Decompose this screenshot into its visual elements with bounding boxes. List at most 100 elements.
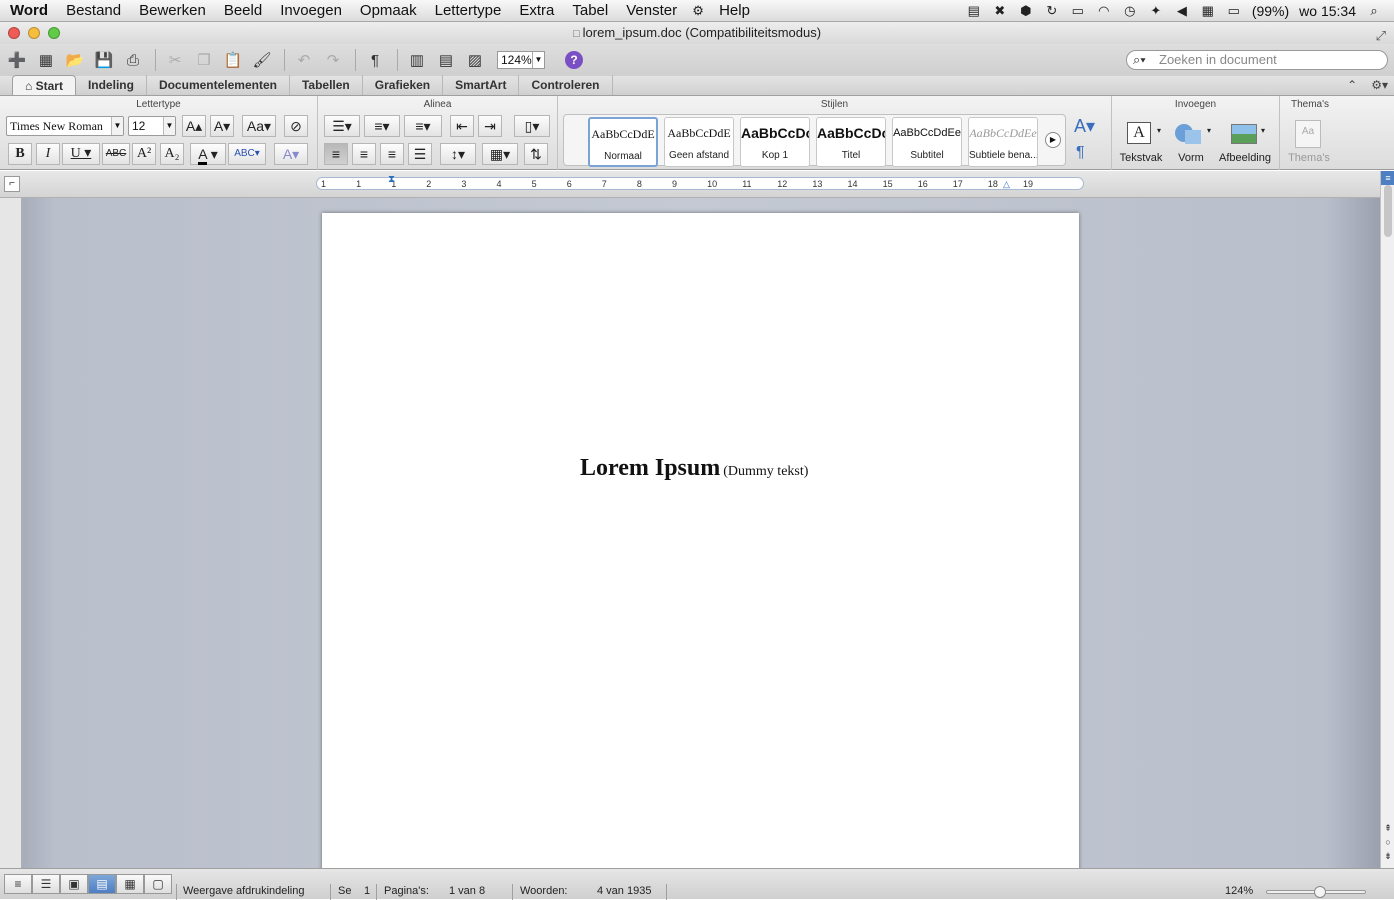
cut-icon[interactable]: ✂ (162, 48, 188, 72)
font-name-select[interactable]: Times New Roman ▼ (6, 116, 124, 136)
textbox-button[interactable]: A ▾ Tekstvak (1116, 118, 1166, 164)
display-icon[interactable]: ▭ (1070, 4, 1086, 18)
right-indent-marker-icon[interactable]: △ (1003, 179, 1010, 190)
paste-icon[interactable]: 📋 (220, 48, 246, 72)
menu-tabel[interactable]: Tabel (563, 0, 617, 22)
menu-invoegen[interactable]: Invoegen (271, 0, 351, 22)
numbering-button[interactable]: ≡▾ (364, 115, 400, 137)
bold-button[interactable]: B (8, 143, 32, 165)
superscript-button[interactable]: A² (132, 143, 156, 165)
menubar-x-icon[interactable]: ✖ (992, 4, 1008, 18)
focus-view-icon[interactable]: ▢ (144, 874, 172, 894)
notebook-view-icon[interactable]: ▦ (116, 874, 144, 894)
justify-button[interactable]: ☰ (408, 143, 432, 165)
menu-venster[interactable]: Venster (617, 0, 686, 22)
style-subtiele-benadrukking[interactable]: AaBbCcDdEe Subtiele bena... (968, 117, 1038, 167)
menu-beeld[interactable]: Beeld (215, 0, 271, 22)
tab-grafieken[interactable]: Grafieken (363, 75, 444, 95)
tab-tabellen[interactable]: Tabellen (290, 75, 363, 95)
styles-next-icon[interactable]: ▶ (1045, 132, 1061, 148)
wifi-icon[interactable]: ◠ (1096, 4, 1112, 18)
change-case-button[interactable]: Aa▾ (242, 115, 276, 137)
style-geen-afstand[interactable]: AaBbCcDdE Geen afstand (664, 117, 734, 167)
document-area[interactable]: Lorem Ipsum (Dummy tekst) (0, 198, 1380, 868)
draft-view-icon[interactable]: ≡ (4, 874, 32, 894)
styles-pane-icon[interactable]: ¶ (1076, 144, 1085, 162)
sync-icon[interactable]: ↻ (1044, 4, 1060, 18)
print-icon[interactable]: ⎙ (120, 48, 146, 72)
menu-extra[interactable]: Extra (510, 0, 563, 22)
search-input[interactable]: ⌕▾ Zoeken in document (1126, 50, 1388, 70)
text-effects-button[interactable]: A▾ (274, 143, 308, 165)
line-spacing-button[interactable]: ↕▾ (440, 143, 476, 165)
subscript-button[interactable]: A₂ (160, 143, 184, 165)
toolbox-icon[interactable]: ▨ (462, 48, 488, 72)
ribbon-settings-icon[interactable]: ⚙▾ (1371, 78, 1388, 92)
font-size-select[interactable]: 12 ▼ (128, 116, 176, 136)
zoom-slider-knob[interactable] (1314, 886, 1326, 898)
underline-button[interactable]: U ▾ (62, 143, 100, 165)
tab-selector-icon[interactable]: ⌐ (4, 176, 20, 192)
words-value[interactable]: 4 van 1935 (597, 885, 651, 898)
pages-value[interactable]: 1 van 8 (449, 885, 485, 898)
minimize-window-button[interactable] (28, 27, 40, 39)
open-icon[interactable]: 📂 (62, 48, 88, 72)
italic-button[interactable]: I (36, 143, 60, 165)
copy-icon[interactable]: ❐ (191, 48, 217, 72)
picture-button[interactable]: ▾ Afbeelding (1216, 118, 1274, 164)
vertical-scrollbar[interactable]: ≡ ⇞ ○ ⇟ (1380, 171, 1394, 868)
next-page-icon[interactable]: ⇟ (1381, 849, 1394, 863)
bullets-button[interactable]: ☰▾ (324, 115, 360, 137)
tab-documentelementen[interactable]: Documentelementen (147, 75, 290, 95)
menubar-status-icon[interactable]: ▤ (966, 4, 982, 18)
clear-formatting-button[interactable]: ⊘ (284, 115, 308, 137)
menu-opmaak[interactable]: Opmaak (351, 0, 426, 22)
volume-icon[interactable]: ◀ (1174, 4, 1190, 18)
battery-icon[interactable]: ▭ (1226, 4, 1242, 18)
menu-bestand[interactable]: Bestand (57, 0, 130, 22)
style-subtitel[interactable]: AaBbCcDdEe Subtitel (892, 117, 962, 167)
close-window-button[interactable] (8, 27, 20, 39)
shape-button[interactable]: ▾ Vorm (1168, 118, 1214, 164)
spotlight-icon[interactable]: ⌕ (1366, 4, 1382, 18)
battery-percent[interactable]: (99%) (1252, 3, 1289, 19)
new-document-icon[interactable]: ➕ (4, 48, 30, 72)
browse-object-icon[interactable]: ○ (1381, 835, 1394, 849)
pilcrow-icon[interactable]: ¶ (362, 48, 388, 72)
bluetooth-icon[interactable]: ✦ (1148, 4, 1164, 18)
zoom-select[interactable]: 124% ▼ (497, 51, 545, 69)
gallery-icon[interactable]: ▤ (433, 48, 459, 72)
multilevel-list-button[interactable]: ≡▾ (404, 115, 442, 137)
ruler-bar[interactable]: 1 1 1 2 3 4 5 6 7 8 9 10 11 12 13 14 15 16 17 18 19 ⧗ △ (316, 174, 1084, 190)
menu-bewerken[interactable]: Bewerken (130, 0, 215, 22)
save-icon[interactable]: 💾 (91, 48, 117, 72)
zoom-slider[interactable] (1266, 886, 1366, 898)
help-button[interactable]: ? (565, 51, 583, 69)
outline-view-icon[interactable]: ☰ (32, 874, 60, 894)
tab-smartart[interactable]: SmartArt (443, 75, 520, 95)
redo-icon[interactable]: ↷ (320, 48, 346, 72)
print-layout-view-icon[interactable]: ▤ (88, 874, 116, 894)
style-titel[interactable]: AaBbCcDc Titel (816, 117, 886, 167)
align-center-button[interactable]: ≡ (352, 143, 376, 165)
tab-controleren[interactable]: Controleren (519, 75, 613, 95)
columns-button[interactable]: ▯▾ (514, 115, 550, 137)
style-kop-1[interactable]: AaBbCcDc Kop 1 (740, 117, 810, 167)
templates-icon[interactable]: ▦ (33, 48, 59, 72)
increase-indent-button[interactable]: ⇥ (478, 115, 502, 137)
sidebar-icon[interactable]: ▥ (404, 48, 430, 72)
previous-page-icon[interactable]: ⇞ (1381, 821, 1394, 835)
align-right-button[interactable]: ≡ (380, 143, 404, 165)
tab-indeling[interactable]: Indeling (76, 75, 147, 95)
manage-styles-icon[interactable]: A▾ (1074, 116, 1095, 137)
collapse-ribbon-icon[interactable]: ⌃ (1347, 78, 1357, 92)
menu-app-word[interactable]: Word (0, 0, 57, 22)
time-machine-icon[interactable]: ◷ (1122, 4, 1138, 18)
menubar-clock[interactable]: wo 15:34 (1299, 3, 1356, 19)
zoom-window-button[interactable] (48, 27, 60, 39)
themes-button[interactable]: Aa Thema's (1284, 118, 1334, 164)
publishing-view-icon[interactable]: ▣ (60, 874, 88, 894)
document-heading[interactable]: Lorem Ipsum (Dummy tekst) (580, 455, 808, 482)
script-menu-icon[interactable]: ⚙ (690, 3, 706, 18)
shrink-font-button[interactable]: A▾ (210, 115, 234, 137)
